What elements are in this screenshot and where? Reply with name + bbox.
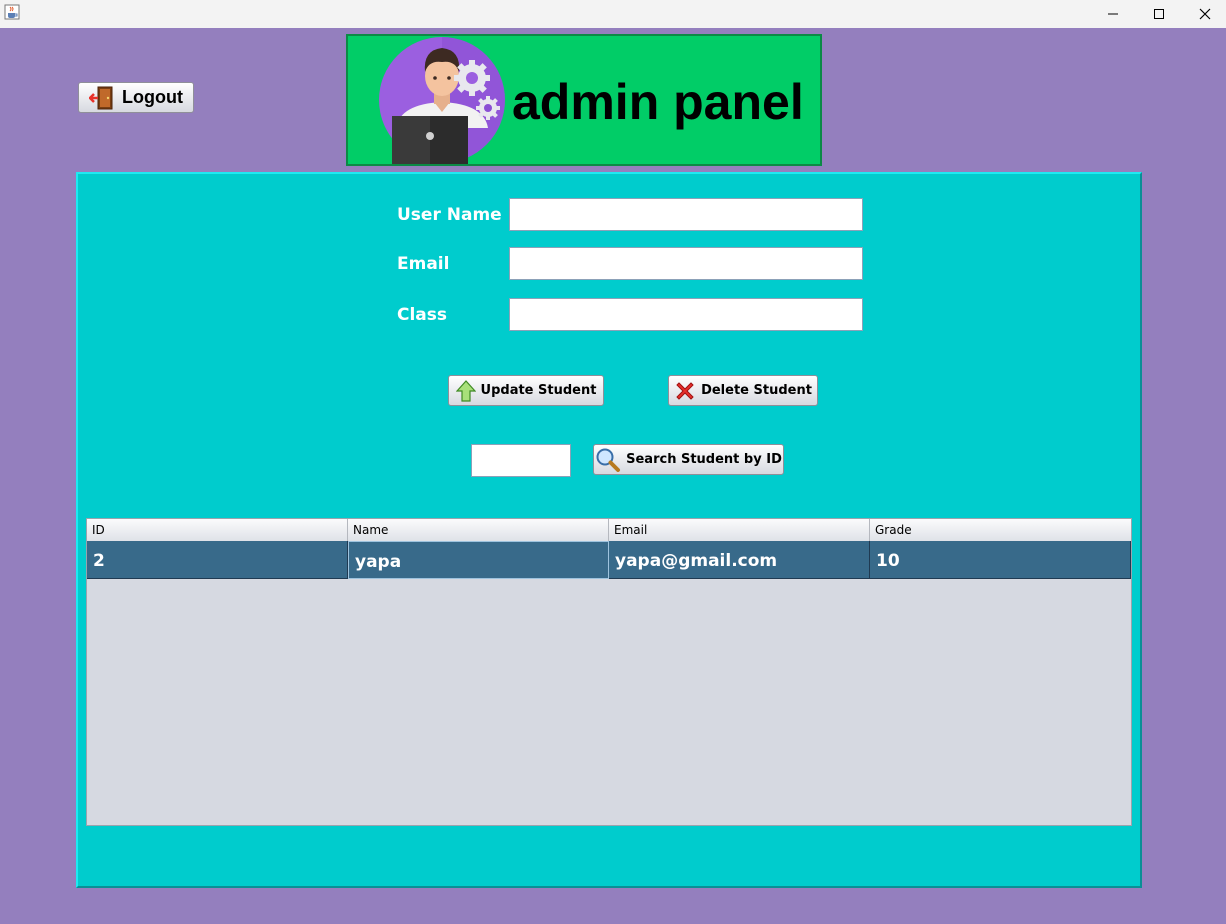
column-header-grade[interactable]: Grade [870, 519, 1131, 541]
admin-banner: admin panel [346, 34, 822, 166]
cell-name[interactable]: yapa [348, 541, 609, 579]
cell-id[interactable]: 2 [87, 541, 348, 579]
delete-student-button[interactable]: Delete Student [668, 375, 818, 406]
students-table[interactable]: ID Name Email Grade 2 yapa yapa@gmail.co… [86, 518, 1132, 826]
class-field[interactable] [509, 298, 863, 331]
email-field[interactable] [509, 247, 863, 280]
table-header: ID Name Email Grade [87, 519, 1131, 542]
cell-email[interactable]: yapa@gmail.com [609, 541, 870, 579]
minimize-icon [1108, 13, 1118, 15]
minimize-button[interactable] [1090, 0, 1136, 28]
column-header-name[interactable]: Name [348, 519, 609, 541]
window-titlebar [0, 0, 1226, 28]
username-label: User Name [397, 205, 502, 225]
maximize-button[interactable] [1136, 0, 1182, 28]
delete-student-label: Delete Student [701, 383, 812, 398]
logout-button[interactable]: Logout [78, 82, 194, 113]
magnifier-icon [596, 448, 621, 472]
delete-x-icon [676, 381, 694, 400]
close-button[interactable] [1182, 0, 1226, 28]
admin-avatar-icon [379, 37, 505, 164]
maximize-icon [1154, 9, 1164, 19]
username-field[interactable] [509, 198, 863, 231]
exit-door-icon [89, 86, 113, 109]
search-student-label: Search Student by ID [626, 452, 782, 467]
search-id-field[interactable] [471, 444, 571, 477]
table-row[interactable]: 2 yapa yapa@gmail.com 10 [87, 541, 1131, 579]
update-student-button[interactable]: Update Student [448, 375, 604, 406]
class-label: Class [397, 305, 448, 325]
cell-grade[interactable]: 10 [870, 541, 1131, 579]
email-label: Email [397, 254, 450, 274]
close-icon [1199, 8, 1211, 20]
column-header-email[interactable]: Email [609, 519, 870, 541]
search-student-button[interactable]: Search Student by ID [593, 444, 784, 475]
java-cup-icon [4, 4, 20, 20]
logout-label: Logout [122, 87, 183, 107]
update-student-label: Update Student [480, 383, 597, 398]
column-header-id[interactable]: ID [87, 519, 348, 541]
arrow-up-icon [455, 379, 476, 402]
page-title: admin panel [512, 74, 804, 130]
